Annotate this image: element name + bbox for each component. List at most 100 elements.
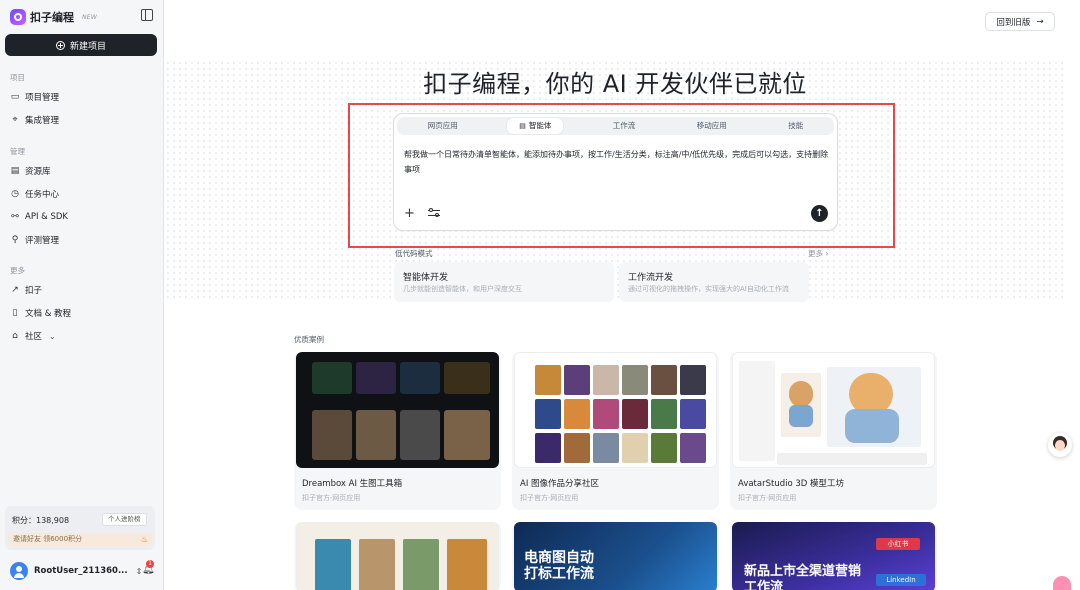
new-badge: NEW bbox=[82, 13, 98, 21]
sidebar-toggle-icon[interactable] bbox=[141, 9, 153, 21]
sidebar-item-label: 任务中心 bbox=[25, 190, 60, 200]
sidebar-item-library[interactable]: ▤ 资源库 bbox=[10, 164, 51, 178]
section-label-manage: 管理 bbox=[10, 147, 25, 156]
case-thumbnail bbox=[514, 352, 717, 468]
mode-tabs: 网页应用 ▤ 智能体 工作流 移动应用 技能 bbox=[397, 117, 834, 135]
tab-mobile-app[interactable]: 移动应用 bbox=[685, 118, 739, 134]
back-to-old-version-button[interactable]: 回到旧版 → bbox=[985, 12, 1055, 31]
store-icon: ⌂ bbox=[12, 331, 18, 341]
sidebar-item-label: 资源库 bbox=[25, 167, 51, 177]
arrow-right-icon: → bbox=[1036, 16, 1044, 27]
points-balance: 积分：138,908 bbox=[12, 516, 70, 525]
tab-agent[interactable]: ▤ 智能体 bbox=[507, 118, 564, 134]
api-icon: ⚯ bbox=[11, 212, 19, 222]
case-card-dreambox[interactable]: Dreambox AI 生图工具箱 扣子官方·网页应用 bbox=[294, 352, 501, 510]
case-card-row2-2[interactable]: 电商图自动打标工作流 bbox=[512, 522, 719, 590]
points-card: 积分：138,908 个人进阶榜 邀请好友 领6000积分 ♨ bbox=[5, 506, 155, 550]
card-title: 工作流开发 bbox=[628, 273, 674, 283]
sidebar-item-label: 社区 bbox=[25, 332, 43, 342]
settings-sliders-icon[interactable] bbox=[428, 207, 440, 219]
clock-icon: ◷ bbox=[11, 189, 19, 199]
new-project-label: 新建项目 bbox=[69, 41, 106, 52]
sidebar: 扣子编程 NEW 新建项目 项目 ▭ 项目管理 ⌖ 集成管理 管理 ▤ 资源库 … bbox=[0, 0, 164, 590]
user-name: RootUser_211360... bbox=[34, 566, 128, 576]
brand-logo-icon bbox=[10, 9, 26, 25]
linkedin-tag: LinkedIn bbox=[876, 574, 926, 586]
prompt-card: 网页应用 ▤ 智能体 工作流 移动应用 技能 帮我做一个日常待办清单智能体，能添加… bbox=[393, 113, 838, 231]
xiaohongshu-tag: 小红书 bbox=[876, 538, 920, 550]
sidebar-item-label: 项目管理 bbox=[25, 93, 60, 103]
page-title: 扣子编程，你的 AI 开发伙伴已就位 bbox=[423, 70, 807, 98]
sidebar-item-evaluation[interactable]: ⚲ 评测管理 bbox=[10, 233, 59, 247]
case-subtitle: 扣子官方·网页应用 bbox=[520, 494, 579, 502]
sidebar-item-label: API & SDK bbox=[25, 212, 68, 222]
notification-badge: 1 bbox=[146, 560, 154, 568]
case-subtitle: 扣子官方·网页应用 bbox=[302, 494, 361, 502]
sidebar-item-task-center[interactable]: ◷ 任务中心 bbox=[10, 187, 59, 201]
tab-agent-label: 智能体 bbox=[528, 121, 552, 130]
brand-name: 扣子编程 bbox=[30, 11, 74, 24]
case-title: AvatarStudio 3D 模型工坊 bbox=[738, 479, 845, 489]
case-subtitle: 扣子官方·网页应用 bbox=[738, 494, 797, 502]
agent-doc-icon: ▤ bbox=[519, 122, 526, 130]
brand[interactable]: 扣子编程 NEW bbox=[10, 8, 97, 26]
user-menu[interactable]: RootUser_211360... ⇕ 🔔︎ 1 bbox=[10, 560, 156, 580]
leaderboard-button[interactable]: 个人进阶榜 bbox=[102, 513, 147, 526]
card-desc: 通过可视化的拖拽操作，实现强大的AI自动化工作流 bbox=[628, 285, 789, 293]
case-thumbnail bbox=[296, 522, 499, 590]
sidebar-item-docs[interactable]: ▯ 文档 & 教程 bbox=[10, 306, 72, 320]
more-link-label: 更多 bbox=[808, 249, 823, 258]
sidebar-item-project-management[interactable]: ▭ 项目管理 bbox=[10, 90, 59, 104]
featured-cases-label: 优质案例 bbox=[294, 335, 324, 344]
case-card-image-community[interactable]: AI 图像作品分享社区 扣子官方·网页应用 bbox=[512, 352, 719, 510]
card-title: 智能体开发 bbox=[403, 273, 449, 283]
section-label-project: 项目 bbox=[10, 73, 25, 82]
sidebar-item-label: 评测管理 bbox=[25, 236, 60, 246]
sidebar-item-coze[interactable]: ↗ 扣子 bbox=[10, 283, 42, 297]
sidebar-item-integration[interactable]: ⌖ 集成管理 bbox=[10, 113, 59, 127]
thumb-text: 新品上市全渠道营销工作流 bbox=[744, 564, 862, 590]
tab-web-app[interactable]: 网页应用 bbox=[416, 118, 470, 134]
invite-text: 邀请好友 领6000积分 bbox=[13, 535, 83, 543]
case-card-avatarstudio[interactable]: AvatarStudio 3D 模型工坊 扣子官方·网页应用 bbox=[730, 352, 937, 510]
case-card-row2-3[interactable]: 新品上市全渠道营销工作流 小红书 LinkedIn bbox=[730, 522, 937, 590]
case-title: AI 图像作品分享社区 bbox=[520, 479, 600, 489]
book-icon: ▯ bbox=[12, 308, 18, 318]
sidebar-item-community[interactable]: ⌂ 社区 ⌄ bbox=[10, 329, 56, 343]
case-thumbnail: 新品上市全渠道营销工作流 小红书 LinkedIn bbox=[732, 522, 935, 590]
tab-workflow[interactable]: 工作流 bbox=[601, 118, 648, 134]
case-thumbnail bbox=[732, 352, 935, 468]
sidebar-item-label: 扣子 bbox=[25, 286, 43, 296]
new-project-button[interactable]: 新建项目 bbox=[5, 34, 157, 56]
case-thumbnail bbox=[296, 352, 499, 468]
sidebar-item-api-sdk[interactable]: ⚯ API & SDK bbox=[10, 210, 68, 224]
chevron-right-icon: › bbox=[825, 249, 829, 258]
case-card-row2-1[interactable] bbox=[294, 522, 501, 590]
library-icon: ▤ bbox=[10, 166, 20, 176]
evaluate-icon: ⚲ bbox=[11, 235, 19, 245]
add-attachment-icon[interactable]: + bbox=[404, 206, 415, 221]
back-button-label: 回到旧版 bbox=[996, 17, 1031, 28]
case-title: Dreambox AI 生图工具箱 bbox=[302, 479, 403, 489]
thumb-text: 电商图自动打标工作流 bbox=[524, 550, 594, 582]
lowcode-label: 低代码模式 bbox=[395, 249, 433, 258]
invite-friends-banner[interactable]: 邀请好友 领6000积分 ♨ bbox=[8, 533, 152, 546]
workflow-dev-card[interactable]: 工作流开发 通过可视化的拖拽操作，实现强大的AI自动化工作流 bbox=[619, 262, 809, 302]
agent-dev-card[interactable]: 智能体开发 几步就能创造智能体，和用户深度交互 bbox=[394, 262, 614, 302]
send-button[interactable]: ↑ bbox=[811, 205, 828, 222]
folder-icon: ▭ bbox=[10, 92, 20, 102]
chevron-down-icon: ⌄ bbox=[49, 331, 56, 341]
tab-skill[interactable]: 技能 bbox=[776, 118, 815, 134]
sidebar-item-label: 文档 & 教程 bbox=[25, 309, 72, 319]
more-link[interactable]: 更多 › bbox=[808, 248, 828, 259]
case-thumbnail: 电商图自动打标工作流 bbox=[514, 522, 717, 590]
mascot-icon[interactable] bbox=[1053, 576, 1071, 590]
prompt-input[interactable]: 帮我做一个日常待办清单智能体，能添加待办事项，按工作/生活分类，标注高/中/低优… bbox=[404, 147, 829, 177]
plug-icon: ⌖ bbox=[12, 115, 18, 125]
sidebar-item-label: 集成管理 bbox=[25, 116, 60, 126]
arrow-up-right-icon: ↗ bbox=[11, 285, 19, 295]
card-desc: 几步就能创造智能体，和用户深度交互 bbox=[403, 285, 522, 293]
assistant-avatar[interactable] bbox=[1048, 433, 1072, 457]
avatar bbox=[10, 562, 28, 580]
section-label-more: 更多 bbox=[10, 266, 25, 275]
